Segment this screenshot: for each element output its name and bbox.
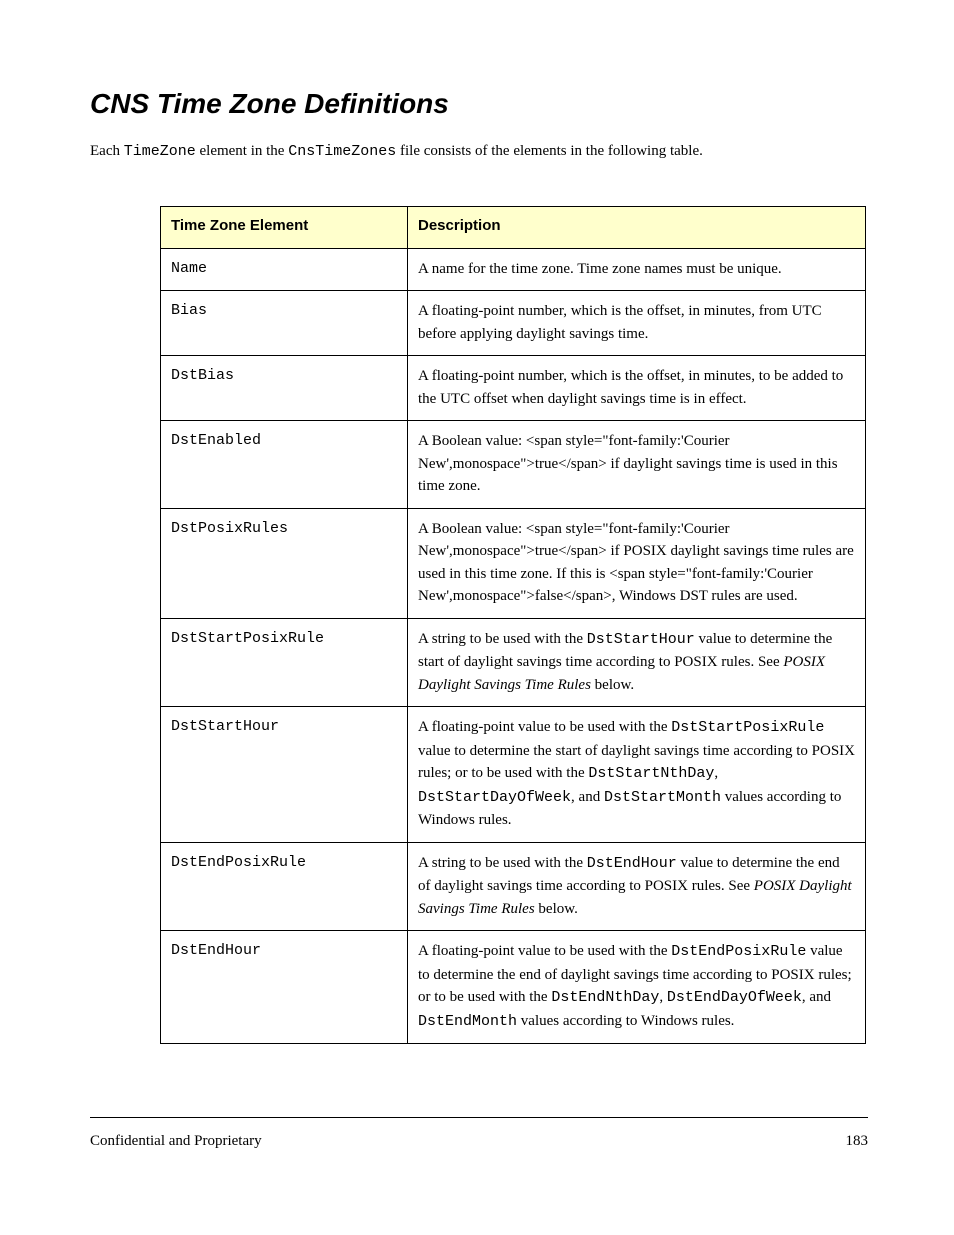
definition-cell: A floating-point number, which is the of… <box>408 356 866 421</box>
table-row: DstBiasA floating-point number, which is… <box>161 356 866 421</box>
term-cell: DstStartPosixRule <box>161 618 408 707</box>
table-row: BiasA floating-point number, which is th… <box>161 291 866 356</box>
header-term: Time Zone Element <box>161 207 408 249</box>
definition-cell: A floating-point number, which is the of… <box>408 291 866 356</box>
footer-rule <box>90 1117 868 1118</box>
time-zone-elements-table: Time Zone Element Description NameA name… <box>160 206 866 1044</box>
term-cell: DstBias <box>161 356 408 421</box>
table-row: NameA name for the time zone. Time zone … <box>161 248 866 291</box>
intro-paragraph: Each TimeZone element in the CnsTimeZone… <box>90 140 865 163</box>
table-row: DstStartHourA floating-point value to be… <box>161 707 866 843</box>
term-cell: DstEndHour <box>161 931 408 1044</box>
term-cell: Bias <box>161 291 408 356</box>
definition-cell: A floating-point value to be used with t… <box>408 931 866 1044</box>
definition-cell: A string to be used with the DstEndHour … <box>408 842 866 931</box>
definition-cell: A Boolean value: <span style="font-famil… <box>408 421 866 509</box>
page: CNS Time Zone Definitions Each TimeZone … <box>0 0 954 1235</box>
term-cell: DstPosixRules <box>161 508 408 618</box>
footer-confidential: Confidential and Proprietary <box>90 1133 262 1150</box>
table-row: DstEnabledA Boolean value: <span style="… <box>161 421 866 509</box>
table-row: DstPosixRulesA Boolean value: <span styl… <box>161 508 866 618</box>
section-heading: CNS Time Zone Definitions <box>90 88 449 120</box>
definition-cell: A name for the time zone. Time zone name… <box>408 248 866 291</box>
table-row: DstEndHourA floating-point value to be u… <box>161 931 866 1044</box>
table-body: NameA name for the time zone. Time zone … <box>161 248 866 1044</box>
term-cell: DstStartHour <box>161 707 408 843</box>
header-definition: Description <box>408 207 866 249</box>
term-cell: Name <box>161 248 408 291</box>
term-cell: DstEnabled <box>161 421 408 509</box>
definition-cell: A floating-point value to be used with t… <box>408 707 866 843</box>
footer-page-number: 183 <box>846 1133 869 1150</box>
table-header-row: Time Zone Element Description <box>161 207 866 249</box>
definition-cell: A Boolean value: <span style="font-famil… <box>408 508 866 618</box>
term-cell: DstEndPosixRule <box>161 842 408 931</box>
definition-cell: A string to be used with the DstStartHou… <box>408 618 866 707</box>
table-row: DstEndPosixRuleA string to be used with … <box>161 842 866 931</box>
table-row: DstStartPosixRuleA string to be used wit… <box>161 618 866 707</box>
